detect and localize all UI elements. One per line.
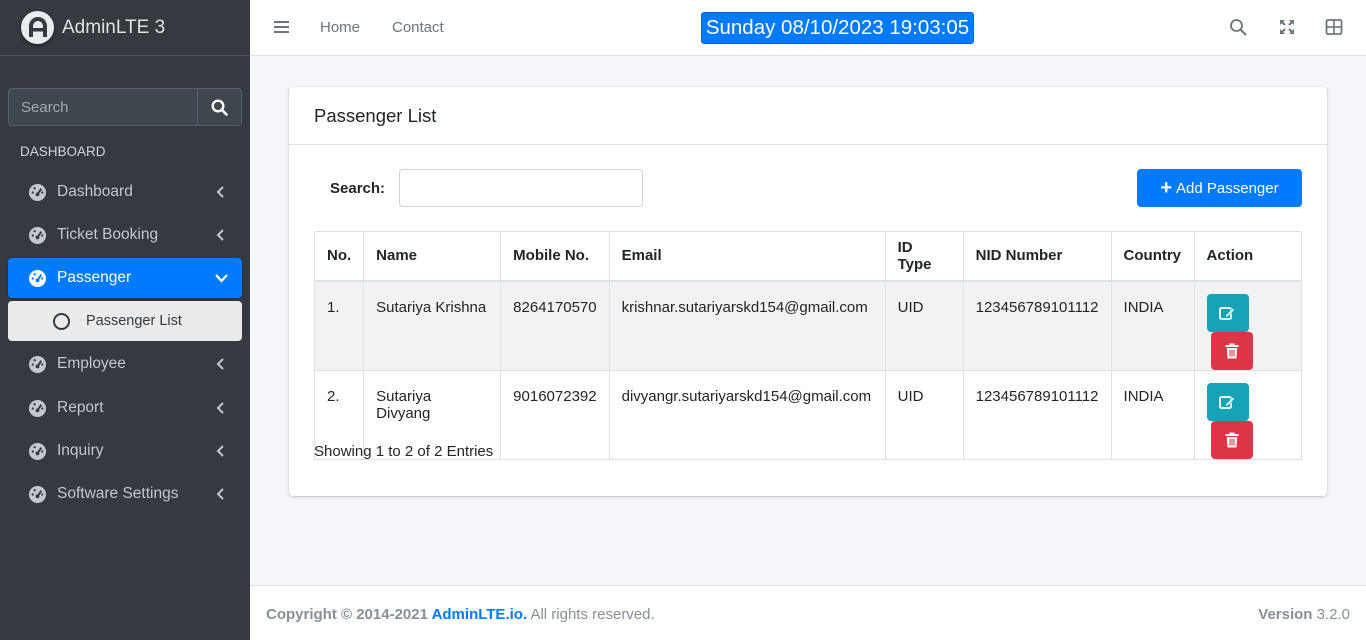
column-header[interactable]: ID Type [884,231,964,282]
rights-text: All rights reserved. [527,606,655,623]
cell-email: divyangr.sutariyarskd154@gmail.com [608,369,886,460]
tachometer-icon [28,399,47,417]
copyright-text: Copyright © 2014-2021 [266,606,432,623]
sidebar-item-label: Ticket Booking [57,226,159,243]
sidebar-item-employee[interactable]: Employee [8,344,242,384]
column-header[interactable]: Email [608,231,886,282]
sidebar-item-dashboard[interactable]: Dashboard [8,172,242,212]
cell-id-type: UID [884,280,964,371]
edit-button[interactable] [1206,382,1249,421]
column-header[interactable]: NID Number [962,231,1112,282]
footer-copyright: Copyright © 2014-2021 AdminLTE.io. All r… [266,606,655,623]
sidebar-item-software-settings[interactable]: Software Settings [8,474,242,514]
trash-icon [1225,343,1239,358]
sidebar-search-button[interactable] [197,88,242,126]
card-header: Passenger List [289,87,1327,145]
sidebar-item-report[interactable]: Report [8,388,242,428]
version-number: 3.2.0 [1312,606,1350,623]
nav-header: DASHBOARD [20,144,106,159]
add-passenger-button[interactable]: + Add Passenger [1137,169,1302,207]
add-passenger-label: Add Passenger [1176,179,1279,197]
column-header[interactable]: Country [1110,231,1195,282]
cell-no: 1. [313,280,365,371]
sidebar-item-label: Employee [57,355,126,372]
column-header[interactable]: Name [363,231,502,282]
footer-brand-link[interactable]: AdminLTE.io. [432,606,528,623]
card-title: Passenger List [314,104,437,126]
table-header-row: No. Name Mobile No. Email ID Type NID Nu… [313,231,1303,282]
search-label: Search: [330,180,386,197]
nav-link-home[interactable]: Home [320,19,360,36]
chevron-left-icon [216,186,224,198]
sidebar-item-label: Inquiry [57,442,104,459]
chevron-left-icon [216,229,224,241]
version-label: Version [1258,606,1313,623]
trash-icon [1225,432,1239,447]
sidebar-item-label: Passenger [57,269,132,286]
cell-action [1193,369,1303,460]
entries-info: Showing 1 to 2 of 2 Entries [314,443,494,460]
sidebar-item-label: Report [57,399,104,416]
brand-logo-icon [21,11,54,44]
cell-name: Sutariya Krishna [363,280,502,371]
chevron-left-icon [216,402,224,414]
cell-nid: 123456789101112 [962,369,1112,460]
fullscreen-icon[interactable] [1278,18,1296,36]
sidebar: AdminLTE 3 DASHBOARD Dashboard Ticket Bo… [0,0,250,640]
delete-button[interactable] [1210,331,1253,370]
top-navbar: Home Contact Sunday 08/10/2023 19:03:05 [250,0,1366,56]
chevron-left-icon [216,358,224,370]
nav-link-contact[interactable]: Contact [392,19,444,36]
sidebar-item-inquiry[interactable]: Inquiry [8,431,242,471]
cell-email: krishnar.sutariyarskd154@gmail.com [608,280,886,371]
cell-id-type: UID [884,369,964,460]
cell-country: INDIA [1110,369,1195,460]
sidebar-item-ticket-booking[interactable]: Ticket Booking [8,215,242,255]
tachometer-icon [28,183,47,201]
tachometer-icon [28,485,47,503]
cell-action [1193,280,1303,371]
sidebar-item-passenger[interactable]: Passenger [8,258,242,298]
table-row: 1. Sutariya Krishna 8264170570 krishnar.… [313,280,1303,371]
tachometer-icon [28,355,47,373]
passenger-table: No. Name Mobile No. Email ID Type NID Nu… [313,231,1303,460]
cell-nid: 123456789101112 [962,280,1112,371]
footer: Copyright © 2014-2021 AdminLTE.io. All r… [250,585,1366,640]
chevron-left-icon [216,445,224,457]
cell-mobile: 8264170570 [500,280,610,371]
sidebar-item-label: Software Settings [57,485,179,502]
search-icon[interactable] [1229,18,1247,36]
sidebar-item-label: Dashboard [57,183,133,200]
grid-layout-icon[interactable] [1325,18,1343,36]
chevron-down-icon [215,274,228,283]
hamburger-menu-icon[interactable] [274,20,289,34]
column-header[interactable]: No. [313,231,365,282]
tachometer-icon [28,226,47,244]
sidebar-subitem-passenger-list[interactable]: Passenger List [8,301,242,341]
column-header[interactable]: Mobile No. [500,231,610,282]
tachometer-icon [28,269,47,287]
edit-icon [1219,306,1235,320]
footer-version: Version 3.2.0 [1258,606,1350,623]
sidebar-subitem-label: Passenger List [86,313,182,329]
brand-link[interactable]: AdminLTE 3 [0,0,250,56]
edit-icon [1219,395,1235,409]
column-header: Action [1193,231,1303,282]
date-time-display: Sunday 08/10/2023 19:03:05 [701,12,974,44]
search-icon [211,98,228,116]
brand-name: AdminLTE 3 [62,16,166,38]
cell-country: INDIA [1110,280,1195,371]
cell-mobile: 9016072392 [500,369,610,460]
sidebar-search [8,88,242,126]
sidebar-search-input[interactable] [8,88,197,126]
plus-icon: + [1160,177,1173,199]
edit-button[interactable] [1206,293,1249,332]
circle-icon [53,312,70,330]
passenger-search-input[interactable] [399,169,643,207]
passenger-list-card: Passenger List Search: + Add Passenger N… [289,87,1327,496]
chevron-left-icon [216,488,224,500]
delete-button[interactable] [1210,420,1253,459]
tachometer-icon [28,442,47,460]
